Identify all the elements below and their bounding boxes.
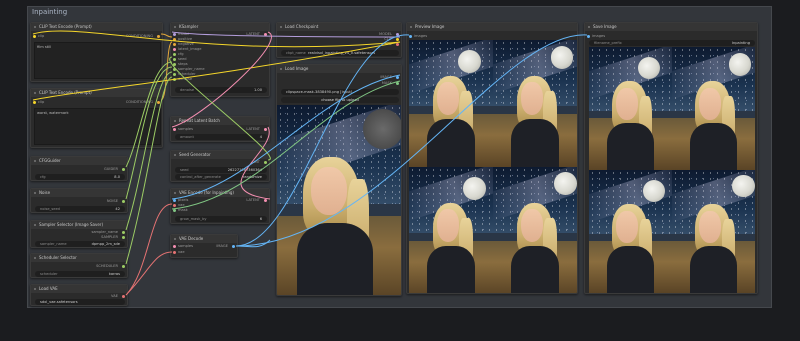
- node-graph-canvas[interactable]: Inpainting CLIP Text Encode (Prompt) cli…: [0, 0, 800, 341]
- link-preview: [235, 34, 410, 247]
- link-clip-pos: [32, 30, 401, 48]
- link-positive: [160, 33, 173, 38]
- link-vae-decode: [125, 251, 173, 296]
- link-model: [171, 31, 401, 38]
- link-negative: [160, 41, 173, 101]
- node-links: [32, 30, 588, 296]
- link-save: [235, 34, 588, 247]
- link-repeat-out: [240, 126, 271, 200]
- link-vae-encode: [125, 203, 173, 296]
